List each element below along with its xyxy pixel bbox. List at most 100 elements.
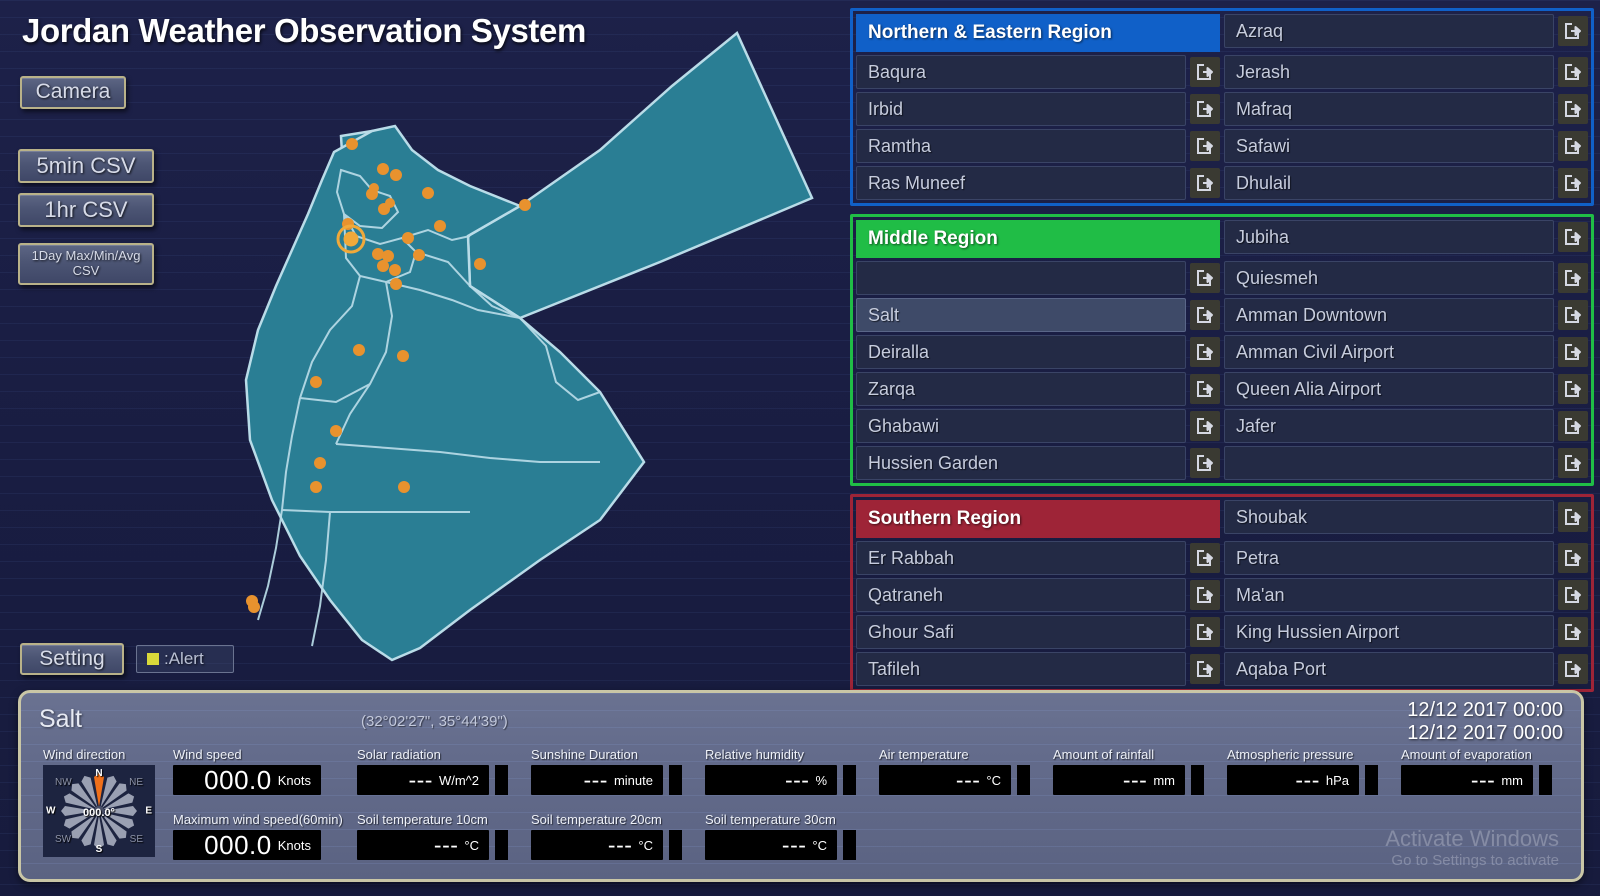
station-button-dhulail[interactable]: Dhulail bbox=[1224, 166, 1554, 200]
setting-button[interactable]: Setting bbox=[20, 643, 124, 675]
station-button-king-hussien-airport[interactable]: King Hussien Airport bbox=[1224, 615, 1554, 649]
csv-1day-button[interactable]: 1Day Max/Min/Avg CSV bbox=[18, 243, 154, 285]
station-cell: Quiesmeh bbox=[1224, 261, 1588, 295]
station-button-er-rabbah[interactable]: Er Rabbah bbox=[856, 541, 1186, 575]
station-go-button[interactable] bbox=[1190, 411, 1220, 441]
station-button-ghour-safi[interactable]: Ghour Safi bbox=[856, 615, 1186, 649]
station-button-qatraneh[interactable]: Qatraneh bbox=[856, 578, 1186, 612]
readout-alert-indicator bbox=[1017, 765, 1030, 795]
station-button-tafileh[interactable]: Tafileh bbox=[856, 652, 1186, 686]
readout-value-box: ---W/m^2 bbox=[357, 765, 489, 795]
camera-button[interactable]: Camera bbox=[20, 76, 126, 109]
page-title: Jordan Weather Observation System bbox=[22, 12, 586, 50]
station-button-ramtha[interactable]: Ramtha bbox=[856, 129, 1186, 163]
station-button-aqaba-port[interactable]: Aqaba Port bbox=[1224, 652, 1554, 686]
station-go-button[interactable] bbox=[1558, 502, 1588, 532]
readout-value-box: ---°C bbox=[705, 830, 837, 860]
station-go-button[interactable] bbox=[1558, 448, 1588, 478]
csv-1hr-button[interactable]: 1hr CSV bbox=[18, 193, 154, 227]
station-go-button[interactable] bbox=[1558, 94, 1588, 124]
station-button-salt[interactable]: Salt bbox=[856, 298, 1186, 332]
readout-label: Soil temperature 30cm bbox=[705, 812, 856, 827]
readout-alert-indicator bbox=[1365, 765, 1378, 795]
station-button-hussien-garden[interactable]: Hussien Garden bbox=[856, 446, 1186, 480]
readout-label: Amount of evaporation bbox=[1401, 747, 1552, 762]
station-cell: Salt bbox=[856, 298, 1220, 332]
station-go-button[interactable] bbox=[1190, 374, 1220, 404]
go-arrow-icon bbox=[1563, 454, 1583, 472]
station-go-button[interactable] bbox=[1190, 168, 1220, 198]
station-button-queen-alia-airport[interactable]: Queen Alia Airport bbox=[1224, 372, 1554, 406]
go-arrow-icon bbox=[1195, 660, 1215, 678]
station-go-button[interactable] bbox=[1558, 543, 1588, 573]
station-button-amman-civil-airport[interactable]: Amman Civil Airport bbox=[1224, 335, 1554, 369]
station-button-mafraq[interactable]: Mafraq bbox=[1224, 92, 1554, 126]
jordan-map[interactable] bbox=[0, 0, 846, 686]
go-arrow-icon bbox=[1195, 269, 1215, 287]
station-go-button[interactable] bbox=[1190, 654, 1220, 684]
station-go-button[interactable] bbox=[1190, 448, 1220, 478]
station-go-button[interactable] bbox=[1190, 337, 1220, 367]
station-button-petra[interactable]: Petra bbox=[1224, 541, 1554, 575]
station-button-quiesmeh[interactable]: Quiesmeh bbox=[1224, 261, 1554, 295]
station-go-button[interactable] bbox=[1558, 16, 1588, 46]
station-button-azraq[interactable]: Azraq bbox=[1224, 14, 1554, 48]
station-button-empty[interactable] bbox=[1224, 446, 1554, 480]
station-go-button[interactable] bbox=[1558, 374, 1588, 404]
station-go-button[interactable] bbox=[1558, 411, 1588, 441]
station-go-button[interactable] bbox=[1190, 94, 1220, 124]
station-go-button[interactable] bbox=[1558, 337, 1588, 367]
station-go-button[interactable] bbox=[1190, 300, 1220, 330]
station-go-button[interactable] bbox=[1558, 57, 1588, 87]
station-go-button[interactable] bbox=[1558, 617, 1588, 647]
station-button-baqura[interactable]: Baqura bbox=[856, 55, 1186, 89]
station-button-jerash[interactable]: Jerash bbox=[1224, 55, 1554, 89]
readout-unit: minute bbox=[614, 773, 653, 788]
compass-w-label: W bbox=[46, 806, 55, 817]
readout-value: --- bbox=[608, 832, 632, 859]
station-cell: Ramtha bbox=[856, 129, 1220, 163]
station-go-button[interactable] bbox=[1190, 263, 1220, 293]
station-go-button[interactable] bbox=[1190, 57, 1220, 87]
readout-unit: W/m^2 bbox=[439, 773, 479, 788]
go-arrow-icon bbox=[1563, 660, 1583, 678]
station-go-button[interactable] bbox=[1190, 131, 1220, 161]
station-button-jubiha[interactable]: Jubiha bbox=[1224, 220, 1554, 254]
readout-value-box: ---mm bbox=[1053, 765, 1185, 795]
station-button-safawi[interactable]: Safawi bbox=[1224, 129, 1554, 163]
station-go-button[interactable] bbox=[1558, 580, 1588, 610]
station-go-button[interactable] bbox=[1190, 617, 1220, 647]
station-cell bbox=[1224, 446, 1588, 480]
station-button-ras-muneef[interactable]: Ras Muneef bbox=[856, 166, 1186, 200]
go-arrow-icon bbox=[1563, 137, 1583, 155]
windows-activation-watermark: Activate Windows Go to Settings to activ… bbox=[1385, 825, 1559, 871]
station-button-empty[interactable] bbox=[856, 261, 1186, 295]
go-arrow-icon bbox=[1195, 174, 1215, 192]
station-button-shoubak[interactable]: Shoubak bbox=[1224, 500, 1554, 534]
readout-unit: hPa bbox=[1326, 773, 1349, 788]
station-cell: Tafileh bbox=[856, 652, 1220, 686]
station-button-jafer[interactable]: Jafer bbox=[1224, 409, 1554, 443]
observation-coordinates: (32°02'27", 35°44'39") bbox=[361, 713, 508, 730]
station-go-button[interactable] bbox=[1558, 263, 1588, 293]
station-button-ma-an[interactable]: Ma'an bbox=[1224, 578, 1554, 612]
station-button-amman-downtown[interactable]: Amman Downtown bbox=[1224, 298, 1554, 332]
station-button-zarqa[interactable]: Zarqa bbox=[856, 372, 1186, 406]
readout-value: --- bbox=[782, 832, 806, 859]
station-go-button[interactable] bbox=[1190, 580, 1220, 610]
station-button-irbid[interactable]: Irbid bbox=[856, 92, 1186, 126]
station-button-ghabawi[interactable]: Ghabawi bbox=[856, 409, 1186, 443]
readout-label: Maximum wind speed(60min) bbox=[173, 812, 321, 827]
station-go-button[interactable] bbox=[1558, 168, 1588, 198]
station-go-button[interactable] bbox=[1190, 543, 1220, 573]
map-area: Jordan Weather Observation System Camera… bbox=[0, 0, 846, 686]
station-button-deiralla[interactable]: Deiralla bbox=[856, 335, 1186, 369]
station-go-button[interactable] bbox=[1558, 222, 1588, 252]
readout-value-box: ---minute bbox=[531, 765, 663, 795]
readout-unit: °C bbox=[986, 773, 1001, 788]
csv-5min-button[interactable]: 5min CSV bbox=[18, 149, 154, 183]
station-go-button[interactable] bbox=[1558, 654, 1588, 684]
station-cell: Jubiha bbox=[1224, 220, 1588, 254]
station-go-button[interactable] bbox=[1558, 131, 1588, 161]
station-go-button[interactable] bbox=[1558, 300, 1588, 330]
